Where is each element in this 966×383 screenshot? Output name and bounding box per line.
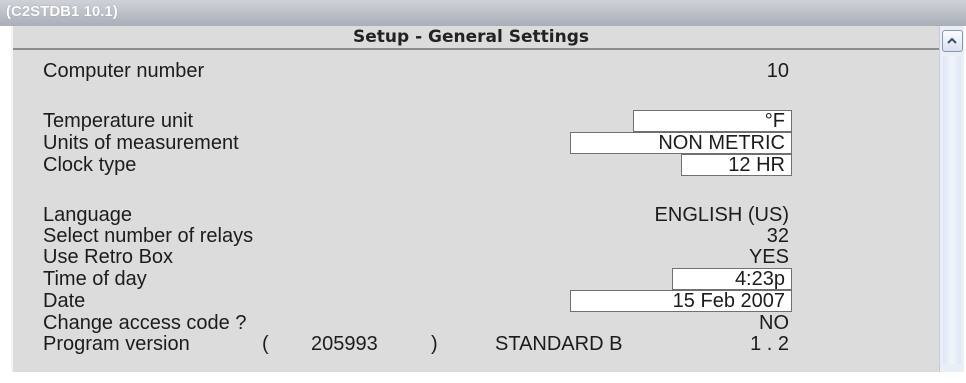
vertical-scrollbar[interactable] bbox=[939, 26, 964, 372]
program-version-number-value: 1 . 2 bbox=[750, 333, 789, 355]
retro-box-label: Use Retro Box bbox=[43, 246, 174, 268]
date-field[interactable]: 15 Feb 2007 bbox=[570, 290, 792, 312]
program-version-label: Program version bbox=[43, 333, 190, 355]
window-title: (C2STDB1 10.1) bbox=[6, 3, 118, 20]
time-of-day-label: Time of day bbox=[43, 268, 147, 290]
time-of-day-field[interactable]: 4:23p bbox=[672, 268, 792, 290]
scroll-up-button[interactable] bbox=[942, 30, 963, 52]
relays-value[interactable]: 32 bbox=[767, 225, 789, 247]
program-version-number: 205993 bbox=[311, 333, 378, 355]
clock-type-label: Clock type bbox=[43, 154, 137, 176]
access-code-value[interactable]: NO bbox=[759, 312, 789, 334]
dialog-title: Setup - General Settings bbox=[352, 27, 590, 47]
scroll-track[interactable] bbox=[943, 56, 961, 364]
relays-label: Select number of relays bbox=[43, 225, 254, 247]
language-value[interactable]: ENGLISH (US) bbox=[655, 204, 789, 226]
computer-number-label: Computer number bbox=[43, 60, 205, 82]
program-version-close-paren: ) bbox=[431, 333, 438, 355]
chevron-up-icon bbox=[947, 37, 957, 44]
settings-window: Setup - General Settings Computer number… bbox=[11, 26, 941, 372]
units-of-measurement-field[interactable]: NON METRIC bbox=[570, 132, 792, 154]
temperature-unit-field[interactable]: °F bbox=[633, 110, 792, 132]
title-bar: (C2STDB1 10.1) bbox=[0, 0, 966, 26]
computer-number-value: 10 bbox=[766, 60, 789, 82]
program-version-edition: STANDARD B bbox=[495, 333, 623, 355]
dialog-header: Setup - General Settings bbox=[13, 26, 939, 50]
units-of-measurement-label: Units of measurement bbox=[43, 132, 239, 154]
temperature-unit-label: Temperature unit bbox=[43, 110, 194, 132]
date-label: Date bbox=[43, 290, 86, 312]
program-version-open-paren: ( bbox=[262, 333, 269, 355]
setup-screen: (C2STDB1 10.1) Setup - General Settings … bbox=[0, 0, 966, 383]
clock-type-field[interactable]: 12 HR bbox=[681, 154, 792, 176]
retro-box-value[interactable]: YES bbox=[749, 246, 789, 268]
language-label: Language bbox=[43, 204, 132, 226]
access-code-label: Change access code ? bbox=[43, 312, 247, 334]
